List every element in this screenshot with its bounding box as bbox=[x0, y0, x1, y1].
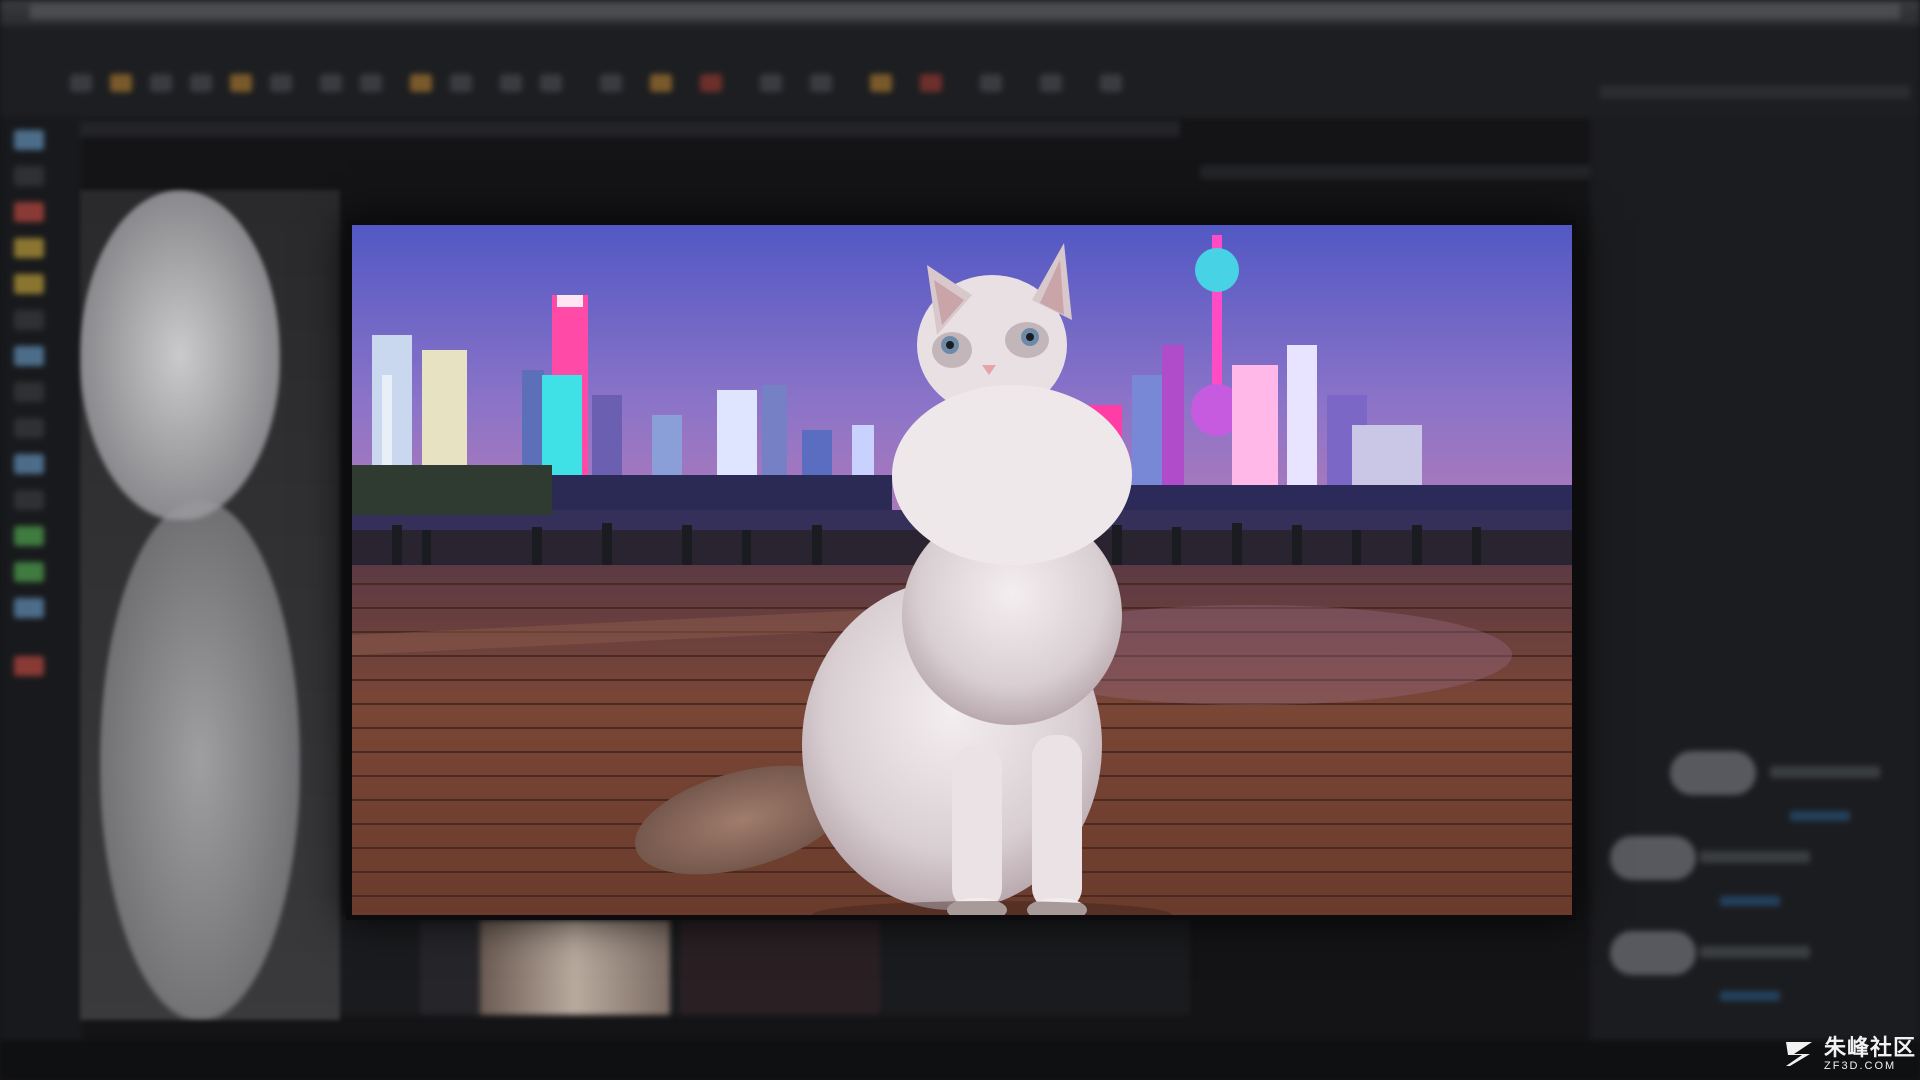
watermark: 朱峰社区 ZF3D.COM bbox=[1782, 1034, 1916, 1074]
tool-button[interactable] bbox=[14, 562, 44, 582]
tool-icon[interactable] bbox=[920, 74, 942, 92]
reference-cat-image bbox=[100, 500, 300, 1020]
properties-bar bbox=[1600, 85, 1910, 99]
tool-icon[interactable] bbox=[450, 74, 472, 92]
tool-icon[interactable] bbox=[700, 74, 722, 92]
tool-icon[interactable] bbox=[810, 74, 832, 92]
graph-node-link bbox=[1720, 991, 1780, 1001]
tool-icon[interactable] bbox=[760, 74, 782, 92]
tool-button[interactable] bbox=[14, 166, 44, 186]
reference-image-strip bbox=[80, 190, 340, 1020]
toolbar-secondary-row bbox=[60, 121, 1180, 137]
tool-button[interactable] bbox=[14, 274, 44, 294]
tool-button[interactable] bbox=[14, 382, 44, 402]
tool-button[interactable] bbox=[14, 238, 44, 258]
zf-logo-icon bbox=[1786, 1042, 1812, 1066]
tool-icon[interactable] bbox=[1100, 74, 1122, 92]
watermark-subtitle: ZF3D.COM bbox=[1824, 1059, 1897, 1072]
graph-node-link bbox=[1790, 811, 1850, 821]
tool-button[interactable] bbox=[14, 418, 44, 438]
node-graph-panel bbox=[1590, 116, 1920, 1046]
reference-cat-image bbox=[80, 190, 280, 520]
tool-button[interactable] bbox=[14, 656, 44, 676]
tool-icon[interactable] bbox=[1040, 74, 1062, 92]
tool-button[interactable] bbox=[14, 598, 44, 618]
clip-thumbnail[interactable] bbox=[680, 920, 880, 1015]
tool-button[interactable] bbox=[14, 346, 44, 366]
tool-button[interactable] bbox=[14, 526, 44, 546]
tool-icon[interactable] bbox=[500, 74, 522, 92]
tool-button[interactable] bbox=[14, 310, 44, 330]
left-toolbar bbox=[0, 116, 81, 1046]
graph-node-label bbox=[1700, 946, 1810, 958]
graph-node[interactable] bbox=[1610, 836, 1696, 880]
watermark-title: 朱峰社区 bbox=[1824, 1034, 1917, 1060]
graph-node[interactable] bbox=[1670, 751, 1756, 795]
tool-icon[interactable] bbox=[270, 74, 292, 92]
graph-node-label bbox=[1700, 851, 1810, 863]
title-strip bbox=[0, 0, 1920, 26]
clip-thumbnail[interactable] bbox=[480, 920, 670, 1015]
tool-icon[interactable] bbox=[540, 74, 562, 92]
tool-icon[interactable] bbox=[230, 74, 252, 92]
tool-button[interactable] bbox=[14, 202, 44, 222]
viewer-canvas[interactable] bbox=[352, 225, 1572, 915]
tool-icon[interactable] bbox=[150, 74, 172, 92]
tool-icon[interactable] bbox=[320, 74, 342, 92]
composited-scene bbox=[352, 225, 1572, 915]
tool-button[interactable] bbox=[14, 454, 44, 474]
tool-icon[interactable] bbox=[110, 74, 132, 92]
graph-node-link bbox=[1720, 896, 1780, 906]
status-bar bbox=[0, 1040, 1920, 1080]
tool-icon[interactable] bbox=[600, 74, 622, 92]
clip-thumbnail[interactable] bbox=[420, 920, 480, 1015]
tool-icon[interactable] bbox=[410, 74, 432, 92]
tool-icon[interactable] bbox=[650, 74, 672, 92]
graph-node-label bbox=[1770, 766, 1880, 778]
tool-icon[interactable] bbox=[190, 74, 212, 92]
tool-button[interactable] bbox=[14, 490, 44, 510]
tool-button[interactable] bbox=[14, 130, 44, 150]
tool-icon[interactable] bbox=[360, 74, 382, 92]
toolbar bbox=[0, 26, 1920, 137]
tool-icon[interactable] bbox=[870, 74, 892, 92]
graph-node[interactable] bbox=[1610, 931, 1696, 975]
tool-icon[interactable] bbox=[980, 74, 1002, 92]
tool-icon[interactable] bbox=[70, 74, 92, 92]
